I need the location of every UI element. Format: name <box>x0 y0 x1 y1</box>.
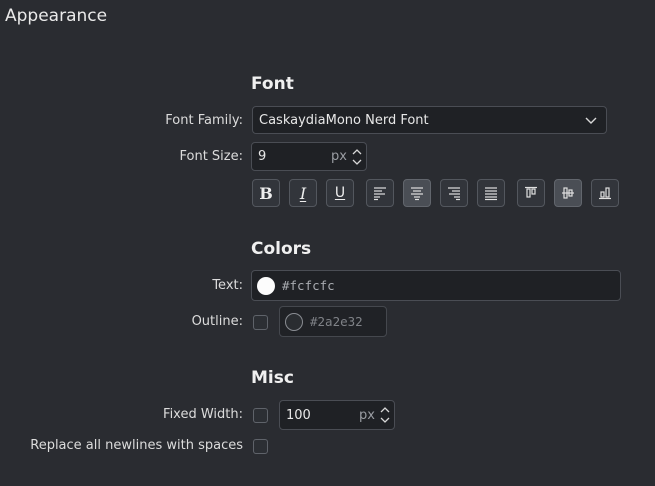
valign-center-icon <box>562 187 574 199</box>
font-size-unit: px <box>331 149 347 164</box>
text-color-value: #fcfcfc <box>282 278 335 293</box>
align-right-icon <box>448 187 460 201</box>
colors-section-title: Colors <box>251 239 312 259</box>
valign-top-icon <box>525 186 537 198</box>
align-left-button[interactable] <box>366 179 394 207</box>
outline-label: Outline: <box>191 314 243 329</box>
valign-bottom-button[interactable] <box>591 179 619 207</box>
fixed-width-stepper[interactable] <box>378 401 392 429</box>
misc-section-title: Misc <box>251 368 294 388</box>
font-size-value: 9 <box>258 149 267 164</box>
replace-newlines-label: Replace all newlines with spaces <box>30 438 243 453</box>
bold-icon: B <box>259 183 273 203</box>
outline-checkbox[interactable] <box>253 315 268 330</box>
outline-color-field[interactable]: #2a2e32 <box>279 306 387 337</box>
align-justify-icon <box>485 187 497 201</box>
font-family-label: Font Family: <box>165 113 243 128</box>
chevron-down-icon <box>585 117 597 124</box>
underline-icon: U <box>334 185 346 201</box>
font-size-label: Font Size: <box>179 149 243 164</box>
fixed-width-label: Fixed Width: <box>163 407 243 422</box>
fixed-width-unit: px <box>359 407 375 423</box>
valign-bottom-icon <box>599 187 611 200</box>
text-color-label: Text: <box>212 278 243 293</box>
align-justify-button[interactable] <box>477 179 505 207</box>
align-center-button[interactable] <box>403 179 431 207</box>
align-right-button[interactable] <box>440 179 468 207</box>
font-size-spinbox[interactable]: 9 px <box>251 142 367 171</box>
underline-button[interactable]: U <box>326 179 354 207</box>
align-left-icon <box>374 187 386 201</box>
page-title: Appearance <box>5 6 108 26</box>
fixed-width-spinbox[interactable]: 100 px <box>279 400 395 430</box>
text-color-swatch[interactable] <box>257 276 275 295</box>
align-center-icon <box>411 187 423 201</box>
text-color-field[interactable]: #fcfcfc <box>251 270 621 301</box>
font-section-title: Font <box>251 74 294 94</box>
stepper-arrows-icon <box>352 148 362 165</box>
valign-top-button[interactable] <box>517 179 545 207</box>
outline-color-swatch[interactable] <box>285 312 303 331</box>
fixed-width-checkbox[interactable] <box>253 408 268 423</box>
fixed-width-value: 100 <box>286 407 311 423</box>
italic-icon: I <box>299 183 307 203</box>
valign-center-button[interactable] <box>554 179 582 207</box>
bold-button[interactable]: B <box>252 179 280 207</box>
font-size-stepper[interactable] <box>350 143 364 170</box>
stepper-arrows-icon <box>380 407 390 423</box>
italic-button[interactable]: I <box>289 179 317 207</box>
replace-newlines-checkbox[interactable] <box>253 439 268 454</box>
font-family-combobox[interactable]: CaskaydiaMono Nerd Font <box>252 106 607 134</box>
outline-color-value: #2a2e32 <box>310 314 363 329</box>
font-family-value: CaskaydiaMono Nerd Font <box>259 112 429 128</box>
